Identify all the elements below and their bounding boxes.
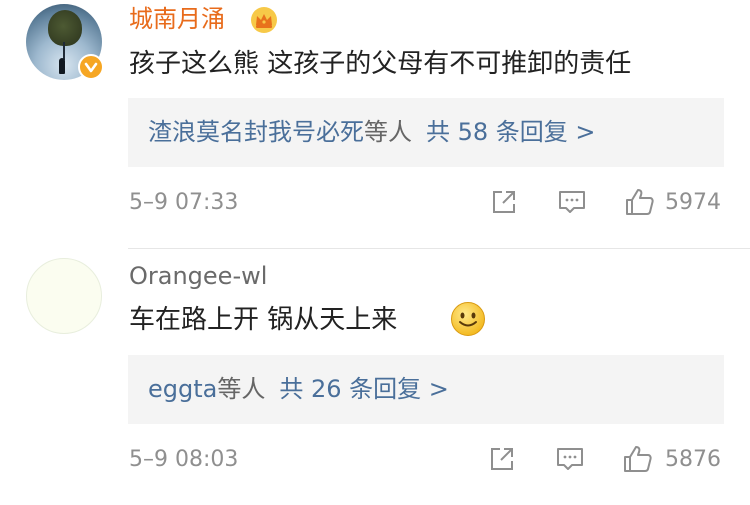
comment-text: 孩子这么熊 这孩子的父母有不可推卸的责任	[129, 49, 632, 79]
reply-user-link[interactable]: 渣浪莫名封我号必死	[148, 118, 364, 146]
comment-time: 5–9 08:03	[129, 447, 239, 472]
reply-count-link[interactable]: 共 26 条回复 >	[279, 375, 449, 403]
thumbs-up-icon[interactable]	[622, 443, 654, 475]
like-count: 5974	[665, 190, 721, 215]
share-icon[interactable]	[486, 443, 518, 475]
comment-text: 车在路上开 锅从天上来	[129, 305, 398, 335]
username[interactable]: 城南月涌	[129, 4, 225, 34]
replies-box[interactable]: 渣浪莫名封我号必死等人共 58 条回复 >	[128, 98, 724, 167]
crown-icon[interactable]	[250, 6, 278, 34]
reply-user-link[interactable]: eggta	[148, 375, 217, 403]
comment-icon[interactable]	[556, 186, 588, 218]
reply-suffix: 等人	[364, 118, 412, 146]
comment-item: 城南月涌 孩子这么熊 这孩子的父母有不可推卸的责任 渣浪莫名封我号必死等人共 5…	[0, 0, 750, 248]
verified-v-icon	[78, 54, 104, 80]
thumbs-up-icon[interactable]	[624, 186, 656, 218]
like-count: 5876	[665, 447, 721, 472]
replies-box[interactable]: eggta等人共 26 条回复 >	[128, 355, 724, 424]
comment-time: 5–9 07:33	[129, 190, 239, 215]
avatar[interactable]	[26, 258, 102, 334]
comment-icon[interactable]	[554, 443, 586, 475]
share-icon[interactable]	[488, 186, 520, 218]
divider	[128, 248, 750, 249]
comment-item: Orangee-wl 车在路上开 锅从天上来 eggta等人共 26 条回复 >…	[0, 250, 750, 505]
username[interactable]: Orangee-wl	[129, 261, 267, 291]
reply-count-link[interactable]: 共 58 条回复 >	[426, 118, 596, 146]
reply-suffix: 等人	[217, 375, 266, 403]
avatar-tree-image	[48, 10, 82, 46]
smiley-face-icon	[450, 301, 486, 337]
